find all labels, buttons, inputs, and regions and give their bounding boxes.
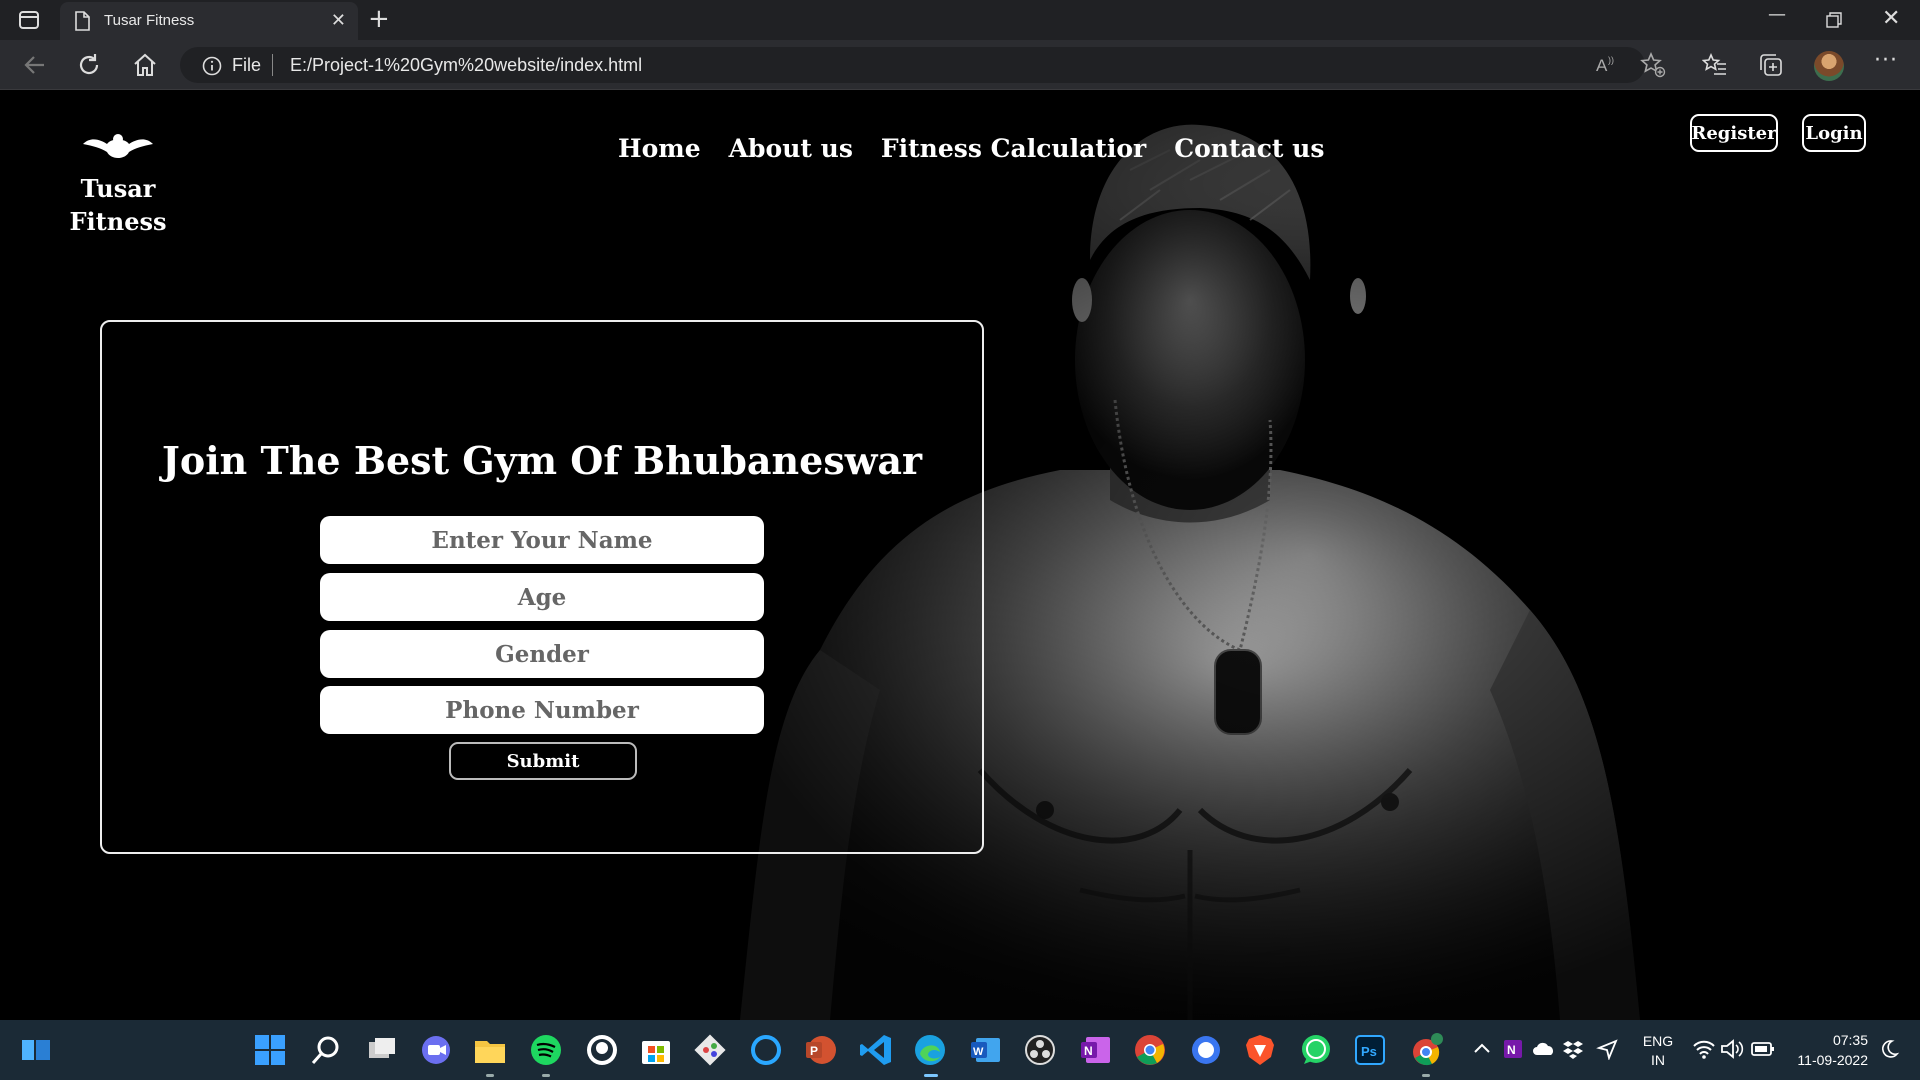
svg-text:N: N — [1507, 1043, 1516, 1057]
register-button[interactable]: Register — [1690, 114, 1778, 152]
submit-button[interactable]: Submit — [449, 742, 637, 780]
refresh-icon[interactable] — [76, 52, 102, 78]
windows-taskbar: P W N Ps N ENG IN 07:35 11-09-2022 — [0, 1020, 1920, 1080]
location-icon[interactable] — [1596, 1038, 1618, 1060]
onenote-tray-icon[interactable]: N — [1502, 1038, 1524, 1060]
chrome-profile-icon[interactable] — [1408, 1032, 1444, 1068]
address-bar[interactable]: File E:/Project-1%20Gym%20website/index.… — [180, 47, 1645, 83]
site-logo[interactable]: Tusar Fitness — [68, 130, 168, 238]
svg-text:Ps: Ps — [1361, 1044, 1377, 1059]
brand-line-2: Fitness — [69, 207, 167, 236]
close-window-icon[interactable]: ✕ — [1882, 6, 1900, 31]
new-tab-icon[interactable]: + — [368, 4, 390, 34]
svg-text:A: A — [1596, 56, 1608, 75]
word-icon[interactable]: W — [968, 1032, 1004, 1068]
back-icon[interactable] — [22, 52, 48, 78]
browser-tab[interactable]: Tusar Fitness ✕ — [60, 2, 358, 40]
svg-text:)): )) — [1608, 55, 1614, 65]
browser-tab-bar: Tusar Fitness ✕ + — ✕ — [0, 0, 1920, 40]
brand-line-1: Tusar — [80, 174, 156, 203]
login-button[interactable]: Login — [1802, 114, 1866, 152]
tab-actions-icon[interactable] — [18, 10, 40, 30]
file-explorer-icon[interactable] — [472, 1032, 508, 1068]
more-menu-icon[interactable]: ··· — [1874, 48, 1898, 73]
tab-title: Tusar Fitness — [104, 12, 195, 29]
brave-icon[interactable] — [1242, 1032, 1278, 1068]
region-code: IN — [1651, 1052, 1665, 1068]
clock-time: 07:35 — [1832, 1032, 1868, 1048]
photoshop-icon[interactable]: Ps — [1352, 1032, 1388, 1068]
powerpoint-icon[interactable]: P — [802, 1032, 838, 1068]
whatsapp-icon[interactable] — [1298, 1032, 1334, 1068]
active-window-indicator — [924, 1074, 938, 1077]
svg-text:N: N — [1084, 1044, 1093, 1058]
url-text[interactable]: E:/Project-1%20Gym%20website/index.html — [290, 55, 642, 76]
running-indicator — [542, 1074, 550, 1077]
language-code: ENG — [1642, 1033, 1674, 1049]
start-icon[interactable] — [252, 1032, 288, 1068]
form-heading: Join The Best Gym Of Bhubaneswar — [161, 438, 923, 483]
add-favorite-icon[interactable] — [1640, 52, 1666, 78]
url-separator — [272, 54, 273, 76]
clock[interactable]: 07:35 11-09-2022 — [1788, 1030, 1868, 1080]
nav-fitness-calculator[interactable]: Fitness Calculatior — [881, 134, 1146, 163]
browser-toolbar: File E:/Project-1%20Gym%20website/index.… — [0, 40, 1920, 90]
page-icon — [75, 11, 90, 31]
wifi-icon[interactable] — [1692, 1038, 1716, 1060]
running-indicator — [1422, 1074, 1430, 1077]
volume-icon[interactable] — [1720, 1038, 1744, 1060]
bodybuilder-logo-icon — [83, 134, 153, 158]
cortana-icon[interactable] — [748, 1032, 784, 1068]
widgets-icon[interactable] — [18, 1032, 54, 1068]
onedrive-icon[interactable] — [1532, 1040, 1556, 1058]
restore-icon[interactable] — [1826, 12, 1842, 28]
web-page: Tusar Fitness Home About us Fitness Calc… — [0, 90, 1920, 1020]
main-navigation: Home About us Fitness Calculatior Contac… — [618, 134, 1324, 163]
running-indicator — [486, 1074, 494, 1077]
chat-icon[interactable] — [418, 1032, 454, 1068]
gender-input[interactable]: Gender — [320, 630, 764, 678]
dropbox-icon[interactable] — [1562, 1038, 1584, 1060]
battery-icon[interactable] — [1750, 1038, 1776, 1060]
notifications-moon-icon[interactable] — [1878, 1038, 1900, 1060]
join-form-card: Join The Best Gym Of Bhubaneswar Enter Y… — [100, 320, 984, 854]
svg-text:W: W — [973, 1046, 984, 1058]
svg-text:P: P — [810, 1044, 818, 1058]
nav-contact-us[interactable]: Contact us — [1174, 134, 1324, 163]
show-hidden-icons-icon[interactable] — [1472, 1038, 1492, 1058]
git-icon[interactable] — [692, 1032, 728, 1068]
read-aloud-icon[interactable]: A )) — [1594, 52, 1618, 76]
nav-home[interactable]: Home — [618, 134, 701, 163]
phone-input[interactable]: Phone Number — [320, 686, 764, 734]
name-input[interactable]: Enter Your Name — [320, 516, 764, 564]
nav-about-us[interactable]: About us — [729, 134, 853, 163]
age-input[interactable]: Age — [320, 573, 764, 621]
edge-icon[interactable] — [912, 1032, 948, 1068]
close-tab-icon[interactable]: ✕ — [331, 10, 346, 31]
search-icon[interactable] — [308, 1032, 344, 1068]
microsoft-store-icon[interactable] — [638, 1032, 674, 1068]
github-desktop-icon[interactable] — [584, 1032, 620, 1068]
obs-icon[interactable] — [1022, 1032, 1058, 1068]
chrome-icon[interactable] — [1132, 1032, 1168, 1068]
collections-icon[interactable] — [1758, 52, 1784, 78]
onenote-icon[interactable]: N — [1078, 1032, 1114, 1068]
task-view-icon[interactable] — [364, 1032, 400, 1068]
favorites-icon[interactable] — [1702, 52, 1728, 78]
minimize-icon[interactable]: — — [1768, 4, 1786, 25]
profile-avatar[interactable] — [1814, 51, 1844, 81]
signal-icon[interactable] — [1188, 1032, 1224, 1068]
home-icon[interactable] — [132, 52, 158, 78]
info-icon[interactable] — [202, 56, 222, 76]
clock-date: 11-09-2022 — [1797, 1052, 1868, 1068]
language-indicator[interactable]: ENG IN — [1640, 1032, 1676, 1080]
spotify-icon[interactable] — [528, 1032, 564, 1068]
url-scheme: File — [232, 55, 262, 75]
vscode-icon[interactable] — [858, 1032, 894, 1068]
